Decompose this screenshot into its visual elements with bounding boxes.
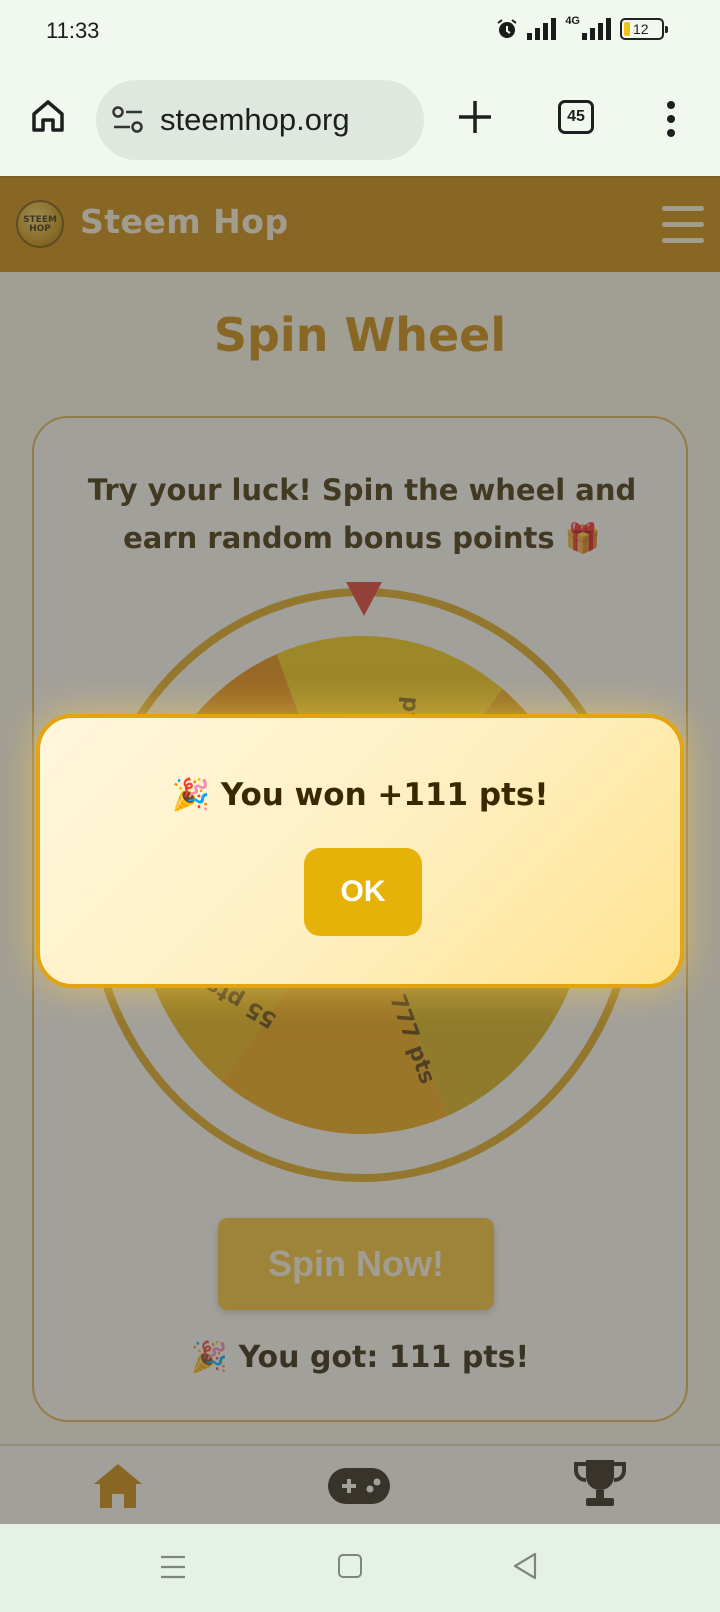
back-icon[interactable]: [512, 1552, 538, 1580]
battery-icon: 12: [620, 18, 668, 40]
network-type: 4G: [565, 15, 580, 27]
tab-switcher-button[interactable]: 45: [558, 100, 594, 134]
url-text: steemhop.org: [160, 102, 350, 137]
more-menu-icon[interactable]: [664, 100, 678, 138]
status-icons: 4G 12: [495, 15, 668, 41]
home-icon[interactable]: [28, 96, 68, 136]
url-bar[interactable]: steemhop.org: [96, 80, 424, 160]
battery-level: 12: [633, 21, 649, 37]
ok-button[interactable]: OK: [304, 848, 422, 936]
recents-icon[interactable]: [160, 1554, 186, 1580]
signal-4g-icon: [582, 18, 611, 40]
status-bar: 11:33 4G 12: [0, 0, 720, 66]
system-home-icon[interactable]: [338, 1554, 362, 1578]
signal-icon: [527, 18, 557, 40]
site-settings-icon[interactable]: [112, 106, 144, 134]
new-tab-icon[interactable]: [456, 98, 494, 136]
win-message: 🎉 You won +111 pts!: [171, 777, 549, 813]
alarm-icon: [497, 19, 517, 38]
status-time: 11:33: [46, 18, 100, 43]
browser-toolbar: steemhop.org 45: [0, 66, 720, 176]
system-nav-bar: [0, 1524, 720, 1612]
win-modal: 🎉 You won +111 pts! OK: [36, 714, 684, 988]
